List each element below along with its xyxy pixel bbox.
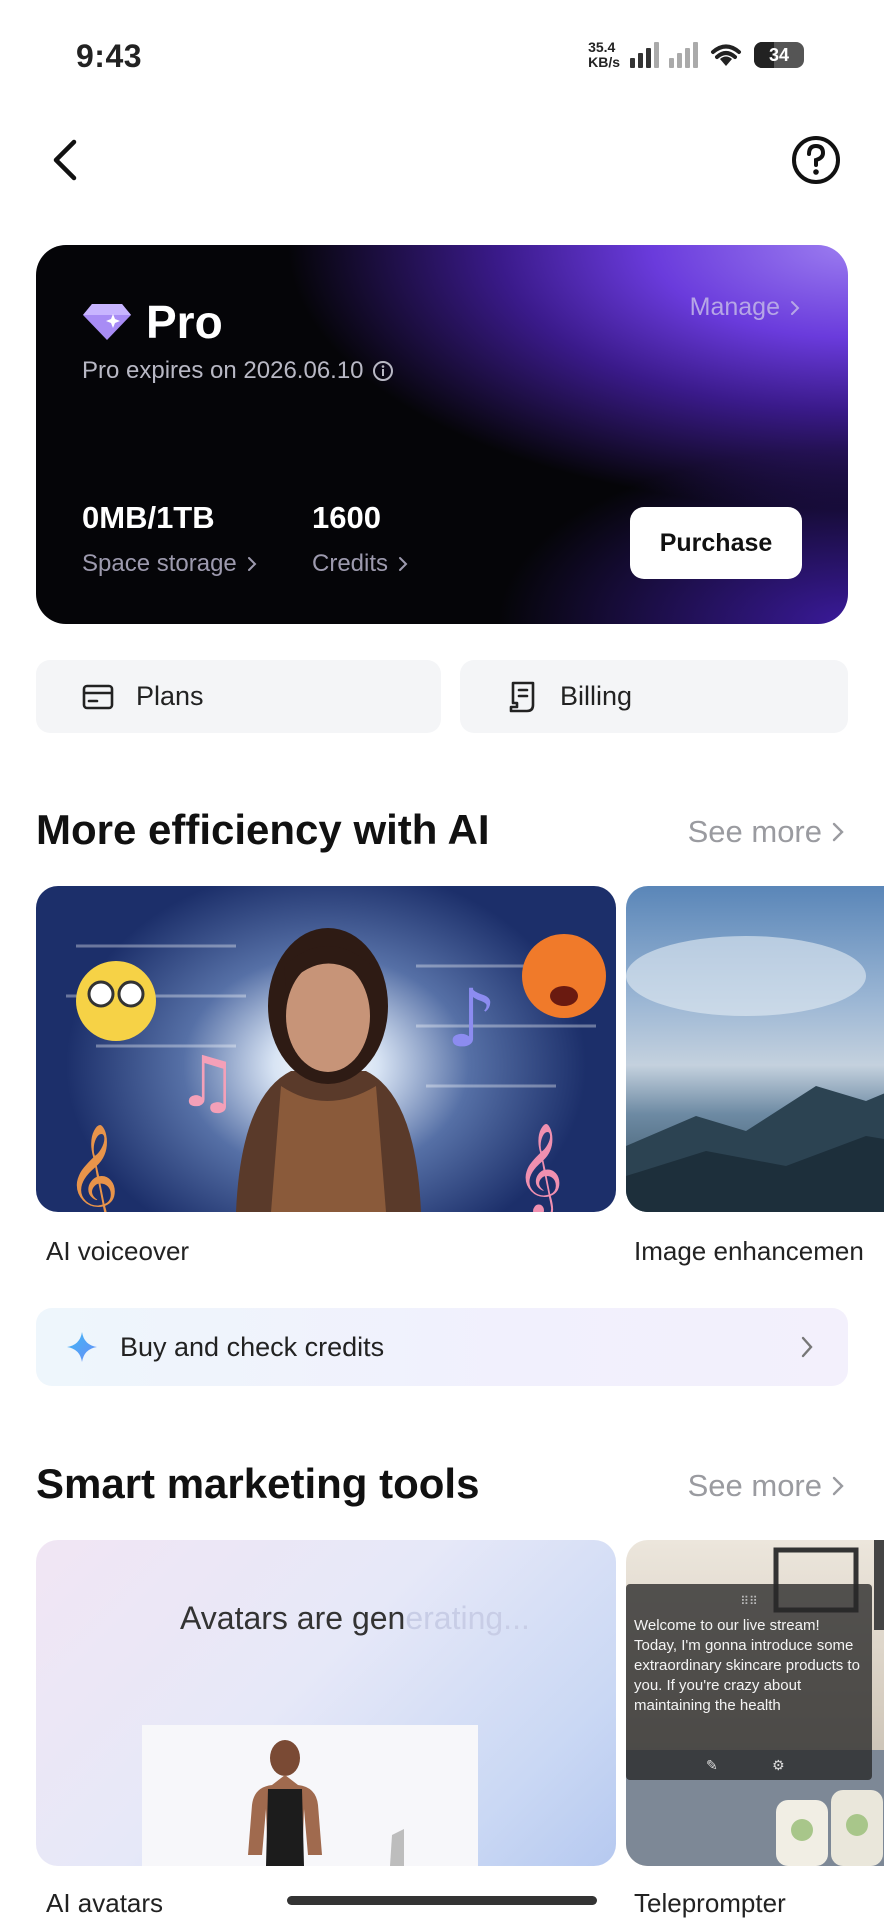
drag-handle-icon[interactable]: ⠿⠿ [634,1594,864,1610]
manage-label: Manage [689,293,780,321]
buy-credits-label: Buy and check credits [120,1331,385,1362]
avatar-generating-visible: Avatars are gen [180,1600,406,1636]
image-enhancement-label: Image enhancemen [634,1236,864,1266]
image-enhancement-thumbnail [626,936,884,1212]
see-more-label: See more [687,814,822,849]
expiry-text: Pro expires on 2026.06.10 [82,357,364,384]
marketing-section-title: Smart marketing tools [36,1460,480,1507]
wifi-icon [711,44,741,66]
diamond-icon [83,304,131,340]
teleprompter-label: Teleprompter [634,1888,786,1918]
status-time: 9:43 [76,38,143,74]
svg-text:♫: ♫ [176,1041,239,1123]
chevron-right-icon [832,1476,844,1496]
back-button[interactable] [40,132,90,188]
avatar-generating-text: Avatars are generating... [180,1600,530,1637]
ai-voiceover-thumbnail: ♫ ♪ 𝄞 𝄞 [66,928,606,1212]
chevron-right-icon [832,822,844,842]
top-nav [0,130,884,190]
svg-text:𝄞: 𝄞 [66,1123,119,1212]
network-speed-unit: KB/s [588,54,620,70]
ai-voiceover-card[interactable]: ♫ ♪ 𝄞 𝄞 [36,886,616,1212]
manage-link[interactable]: Manage [690,293,800,322]
storage-label: Space storage [82,550,237,577]
chevron-right-icon [399,557,408,571]
avatar-person-image [248,1740,404,1866]
credits-label: Credits [312,550,389,577]
ai-section-title: More efficiency with AI [36,806,490,853]
sparkle-icon [67,1332,97,1362]
ai-avatars-card[interactable]: Avatars are generating... [36,1540,616,1866]
storage-stat[interactable]: 0MB/1TB Space storage [82,500,257,578]
network-speed: 35.4 KB/s [588,40,620,70]
billing-label: Billing [560,681,633,711]
plans-label: Plans [136,681,204,711]
help-icon [792,136,840,184]
chevron-right-icon [791,300,800,315]
status-icons: 35.4 KB/s 34 [588,40,804,70]
chevron-left-icon [53,139,77,181]
card-icon [82,684,114,709]
pro-subscription-card: Pro Manage Pro expires on 2026.06.10 0MB… [36,245,848,624]
svg-text:♪: ♪ [446,972,497,1065]
status-bar: 9:43 35.4 KB/s 34 [0,0,884,110]
avatar-preview-frame [142,1725,478,1866]
purchase-button[interactable]: Purchase [630,507,802,579]
teleprompter-overlay: ⠿⠿ Welcome to our live stream! Today, I'… [626,1584,872,1780]
marketing-see-more-link[interactable]: See more [688,1468,844,1504]
chevron-right-icon [801,1336,813,1358]
plan-name: Pro [146,296,223,348]
see-more-label: See more [687,1468,822,1503]
ai-avatars-label: AI avatars [46,1888,164,1918]
teleprompter-card[interactable]: ⠿⠿ Welcome to our live stream! Today, I'… [626,1540,884,1866]
svg-text:𝄞: 𝄞 [516,1122,563,1212]
ai-see-more-link[interactable]: See more [688,814,844,850]
expiry-info: Pro expires on 2026.06.10 [82,357,394,385]
receipt-icon [509,681,535,712]
avatar-generating-faded: erating... [405,1600,530,1636]
credits-value: 1600 [312,500,381,535]
credits-stat[interactable]: 1600 Credits [312,500,408,578]
battery-icon: 34 [754,42,804,68]
buy-credits-banner[interactable]: Buy and check credits [36,1308,848,1386]
signal-icon [630,42,659,68]
signal-icon-secondary [669,42,698,68]
home-indicator[interactable] [287,1896,597,1905]
billing-button[interactable]: Billing [460,660,848,733]
plans-button[interactable]: Plans [36,660,441,733]
storage-value: 0MB/1TB [82,500,215,535]
pro-plan-heading: Pro [82,295,223,349]
info-icon[interactable] [372,360,394,382]
ai-voiceover-label: AI voiceover [46,1236,190,1266]
edit-icon[interactable]: ✎ [706,1757,718,1774]
help-button[interactable] [788,132,844,188]
settings-icon[interactable]: ⚙ [772,1757,785,1774]
battery-level: 34 [768,44,790,65]
chevron-right-icon [247,557,257,571]
image-enhancement-card[interactable] [626,886,884,1212]
teleprompter-script: Welcome to our live stream! Today, I'm g… [634,1617,860,1714]
network-speed-value: 35.4 [588,39,616,55]
